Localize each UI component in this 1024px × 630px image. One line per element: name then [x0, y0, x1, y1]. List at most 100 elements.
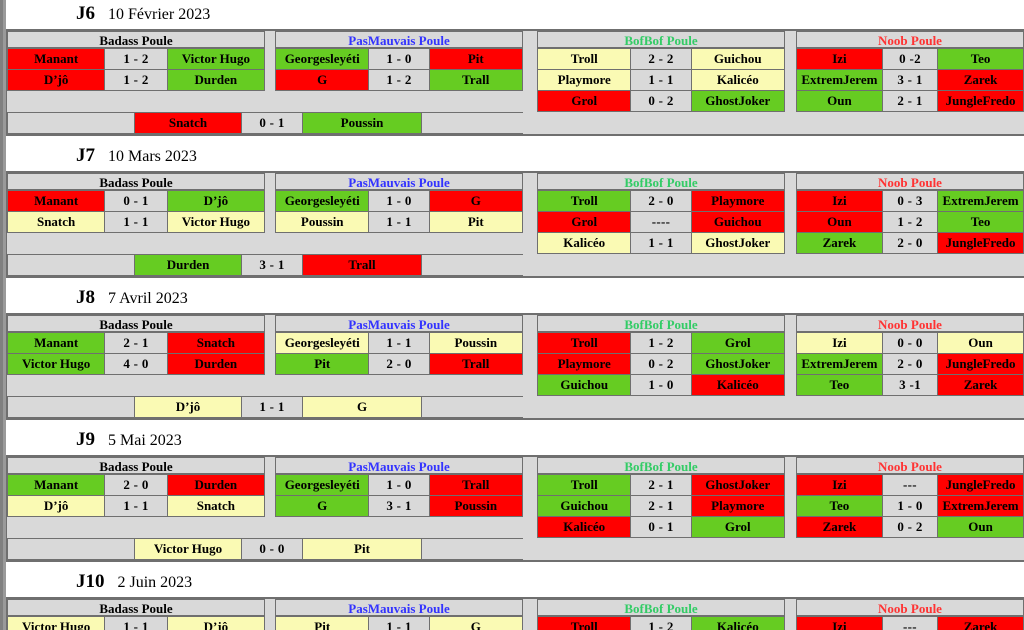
journee-J10: J10 2 Juin 2023 Badass Poule Victor Hugo 1 -… [6, 567, 1024, 630]
table-row[interactable]: Manant 2 - 1 Snatch [6, 331, 266, 354]
journee-number: J9 [76, 428, 95, 450]
table-row[interactable]: Izi 0 -2 Teo [796, 47, 1024, 70]
table-row[interactable]: Izi 0 - 0 Oun [796, 331, 1024, 354]
table-row[interactable]: ExtremJerem 3 - 1 Zarek [796, 68, 1024, 91]
table-row[interactable]: Georgesleyéti 1 - 0G [274, 189, 524, 212]
table-row[interactable]: D’jô 1 - 1G [7, 395, 539, 418]
table-row[interactable]: Troll 2 - 2 Guichou [536, 47, 786, 70]
straddle-pad-left [7, 253, 135, 276]
table-row[interactable]: Snatch 0 - 1 Poussin [7, 111, 539, 134]
table-row[interactable]: Zarek 2 - 0 JungleFredo [796, 231, 1024, 254]
away-team: Grol [690, 331, 786, 354]
table-row[interactable]: Georgesleyéti 1 - 0 Pit [274, 47, 524, 70]
table-row[interactable]: Manant 0 - 1 D’jô [6, 189, 266, 212]
away-team: Pit [302, 537, 422, 560]
table-row[interactable]: Oun 2 - 1 JungleFredo [796, 89, 1024, 112]
poule-separator-1 [265, 456, 275, 538]
table-row[interactable]: Playmore 0 - 2 GhostJoker [536, 352, 786, 375]
table-row[interactable]: Izi --- JungleFredo [796, 473, 1024, 496]
journee-header: J8 7 Avril 2023 [6, 283, 1024, 313]
journee-J8: J8 7 Avril 2023 Badass Poule Manant 2 - 1 Sna… [6, 283, 1024, 420]
table-row[interactable]: Kalicéo 1 - 1 GhostJoker [536, 231, 786, 254]
table-row[interactable]: Grol 0 - 2 GhostJoker [536, 89, 786, 112]
table-row[interactable]: Troll 1 - 2 Grol [536, 331, 786, 354]
table-row[interactable]: Snatch 1 - 1 Victor Hugo [6, 210, 266, 233]
match-table: Troll 1 - 2 Grol Playmore 0 - 2 GhostJoker Gui… [536, 331, 786, 396]
table-row[interactable]: Troll 2 - 0 Playmore [536, 189, 786, 212]
poule-separator-1 [265, 598, 275, 630]
match-table: Izi---ZarekTeo---JungleFredoExtremJerem0… [796, 615, 1024, 630]
poule-separator-2 [523, 598, 537, 630]
table-row[interactable]: Pit 1 - 1G [274, 615, 524, 630]
table-row[interactable]: Manant 1 - 2 Victor Hugo [6, 47, 266, 70]
table-row[interactable]: Victor Hugo 1 - 1 D’jô [6, 615, 266, 630]
away-team: ExtremJerem [937, 189, 1024, 212]
table-row[interactable]: Victor Hugo 4 - 0 Durden [6, 352, 266, 375]
table-row[interactable]: Teo 1 - 0 ExtremJerem [796, 494, 1024, 517]
straddle-pad-right [421, 111, 539, 134]
table-row[interactable]: Playmore 1 - 1 Kalicéo [536, 68, 786, 91]
table-row[interactable]: Troll 1 - 2 Kalicéo [536, 615, 786, 630]
home-team: Grol [536, 89, 632, 112]
home-team: Izi [796, 615, 883, 630]
table-row[interactable]: Manant 2 - 0 Durden [6, 473, 266, 496]
match-score: 1 - 1 [368, 210, 430, 233]
home-team: G [274, 68, 370, 91]
away-team: Victor Hugo [166, 47, 266, 70]
poule-title-badass: Badass Poule [7, 30, 265, 48]
table-row[interactable]: Durden 3 - 1 Trall [7, 253, 539, 276]
home-team: Grol [536, 210, 632, 233]
table-row[interactable]: Pit 2 - 0 Trall [274, 352, 524, 375]
match-score: 3 - 1 [241, 253, 303, 276]
straddle-match-table: Snatch 0 - 1 Poussin [7, 111, 539, 134]
table-row[interactable]: Guichou 1 - 0 Kalicéo [536, 373, 786, 396]
journee-matches-block: Badass Poule Manant 1 - 2 Victor Hugo D’jô 1 … [6, 28, 1024, 136]
table-row[interactable]: D’jô 1 - 1 Snatch [6, 494, 266, 517]
away-team: Durden [166, 352, 266, 375]
table-row[interactable]: Zarek 0 - 2 Oun [796, 515, 1024, 538]
away-team: GhostJoker [690, 473, 786, 496]
poule-title-pasmauvais: PasMauvais Poule [275, 456, 523, 474]
table-row[interactable]: Georgesleyéti 1 - 0 Trall [274, 473, 524, 496]
home-team: Manant [6, 189, 106, 212]
poule-separator-2 [523, 30, 537, 112]
table-row[interactable]: Poussin 1 - 1 Pit [274, 210, 524, 233]
table-row[interactable]: Georgesleyéti 1 - 1 Poussin [274, 331, 524, 354]
match-score: 2 - 0 [104, 473, 168, 496]
journee-date: 7 Avril 2023 [108, 289, 188, 307]
straddle-filler [523, 111, 1024, 134]
away-team: Kalicéo [690, 615, 786, 630]
table-row[interactable]: Kalicéo 0 - 1 Grol [536, 515, 786, 538]
away-team: Teo [937, 210, 1024, 233]
table-row[interactable]: G3 - 1 Poussin [274, 494, 524, 517]
match-score: 0 - 3 [881, 189, 939, 212]
straddle-filler [523, 253, 1024, 276]
table-row[interactable]: ExtremJerem 2 - 0 JungleFredo [796, 352, 1024, 375]
poule-title-badass: Badass Poule [7, 598, 265, 616]
table-row[interactable]: Grol ---- Guichou [536, 210, 786, 233]
table-row[interactable]: Victor Hugo 0 - 0 Pit [7, 537, 539, 560]
away-team: D’jô [166, 189, 266, 212]
away-team: Trall [428, 68, 524, 91]
table-row[interactable]: Oun 1 - 2 Teo [796, 210, 1024, 233]
straddle-match-table: Durden 3 - 1 Trall [7, 253, 539, 276]
poule-title-noob: Noob Poule [796, 598, 1024, 616]
table-row[interactable]: Izi 0 - 3 ExtremJerem [796, 189, 1024, 212]
journee-matches-block: Badass Poule Manant 2 - 1 Snatch Victor Hugo… [6, 312, 1024, 420]
poule-badass: Badass PouleVictor Hugo1 - 1D’jôDurden2 … [6, 598, 266, 630]
match-score: 0 - 0 [881, 331, 939, 354]
poule-title-badass: Badass Poule [7, 456, 265, 474]
match-score: 3 - 1 [368, 494, 430, 517]
table-row[interactable]: Teo 3 -1 Zarek [796, 373, 1024, 396]
table-row[interactable]: D’jô 1 - 2 Durden [6, 68, 266, 91]
match-table: Manant 2 - 0 Durden D’jô 1 - 1 Snatch [6, 473, 266, 517]
home-team: Victor Hugo [134, 537, 242, 560]
home-team: ExtremJerem [796, 68, 883, 91]
table-row[interactable]: Guichou 2 - 1 Playmore [536, 494, 786, 517]
table-row[interactable]: G1 - 2 Trall [274, 68, 524, 91]
match-table: Georgesleyéti 1 - 0 Pit G 1 - 2 Trall [274, 47, 524, 91]
poules-row: Badass Poule Manant 1 - 2 Victor Hugo D’jô 1 … [6, 30, 1024, 112]
table-row[interactable]: Izi --- Zarek [796, 615, 1024, 630]
table-row[interactable]: Troll 2 - 1 GhostJoker [536, 473, 786, 496]
poule-noob: Noob Poule Izi 0 - 0 Oun ExtremJerem 2 - 0 Jun… [796, 314, 1024, 396]
